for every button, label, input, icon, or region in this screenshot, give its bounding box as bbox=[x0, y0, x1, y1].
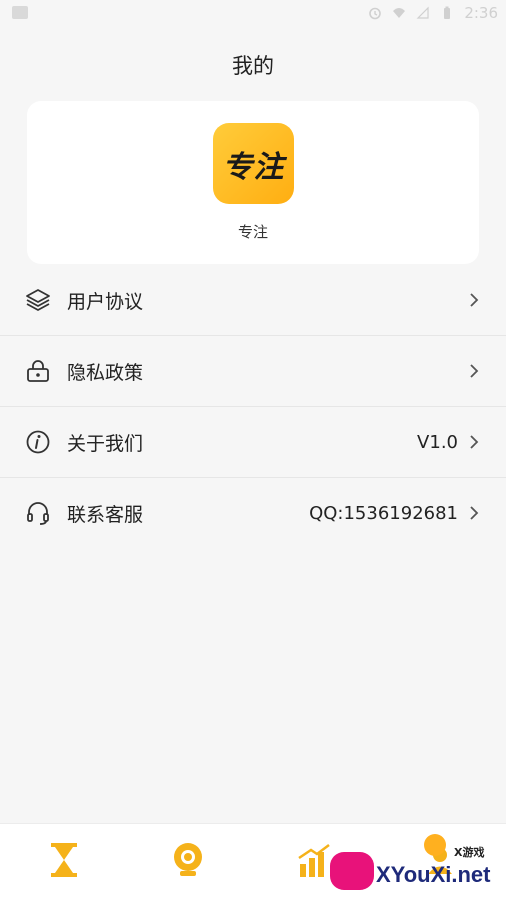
app-info-card: 专注 专注 bbox=[27, 101, 479, 264]
status-bar: 2:36 bbox=[0, 0, 506, 28]
watermark-dot bbox=[424, 834, 446, 856]
chevron-right-icon bbox=[470, 293, 479, 307]
notification-icon bbox=[12, 6, 28, 19]
chevron-right-icon bbox=[470, 506, 479, 520]
settings-list: 用户协议 隐私政策 关于我们 V1.0 联系客服 QQ:1536192681 bbox=[0, 265, 506, 548]
menu-item-customer-service[interactable]: 联系客服 QQ:1536192681 bbox=[0, 478, 506, 548]
menu-item-label: 关于我们 bbox=[67, 432, 144, 455]
signal-icon bbox=[416, 6, 429, 19]
app-logo: 专注 bbox=[213, 123, 294, 204]
menu-item-label: 用户协议 bbox=[67, 290, 144, 313]
headset-icon bbox=[24, 499, 52, 527]
gamepad-icon bbox=[330, 852, 374, 890]
chevron-right-icon bbox=[470, 364, 479, 378]
layers-icon bbox=[24, 286, 52, 314]
alarm-icon bbox=[369, 7, 382, 20]
menu-item-value: QQ:1536192681 bbox=[309, 502, 458, 524]
menu-item-value: V1.0 bbox=[417, 431, 458, 453]
hourglass-icon bbox=[51, 843, 77, 877]
wifi-icon bbox=[393, 8, 406, 18]
chart-icon bbox=[298, 844, 330, 877]
watermark-logo: X游戏 XYouXi.net bbox=[328, 834, 498, 894]
menu-item-label: 联系客服 bbox=[67, 503, 144, 526]
page-title: 我的 bbox=[232, 54, 274, 78]
tab-timer[interactable] bbox=[44, 840, 84, 880]
status-time: 2:36 bbox=[464, 4, 498, 22]
tab-camera[interactable] bbox=[168, 840, 208, 880]
lock-icon bbox=[24, 357, 52, 385]
app-name: 专注 bbox=[237, 223, 268, 241]
menu-item-label: 隐私政策 bbox=[67, 361, 144, 384]
menu-item-user-agreement[interactable]: 用户协议 bbox=[0, 265, 506, 336]
menu-item-about-us[interactable]: 关于我们 V1.0 bbox=[0, 407, 506, 478]
watermark-text: XYouXi.net bbox=[376, 862, 491, 887]
chevron-right-icon bbox=[470, 435, 479, 449]
battery-icon bbox=[444, 6, 451, 19]
info-icon bbox=[24, 428, 52, 456]
camera-icon bbox=[174, 843, 202, 876]
app-logo-text: 专注 bbox=[222, 149, 285, 185]
status-bar-right: 2:36 bbox=[368, 4, 498, 22]
menu-item-privacy-policy[interactable]: 隐私政策 bbox=[0, 336, 506, 407]
watermark-small-text: X游戏 bbox=[454, 846, 485, 859]
bottom-tab-bar: X游戏 XYouXi.net bbox=[0, 823, 506, 900]
